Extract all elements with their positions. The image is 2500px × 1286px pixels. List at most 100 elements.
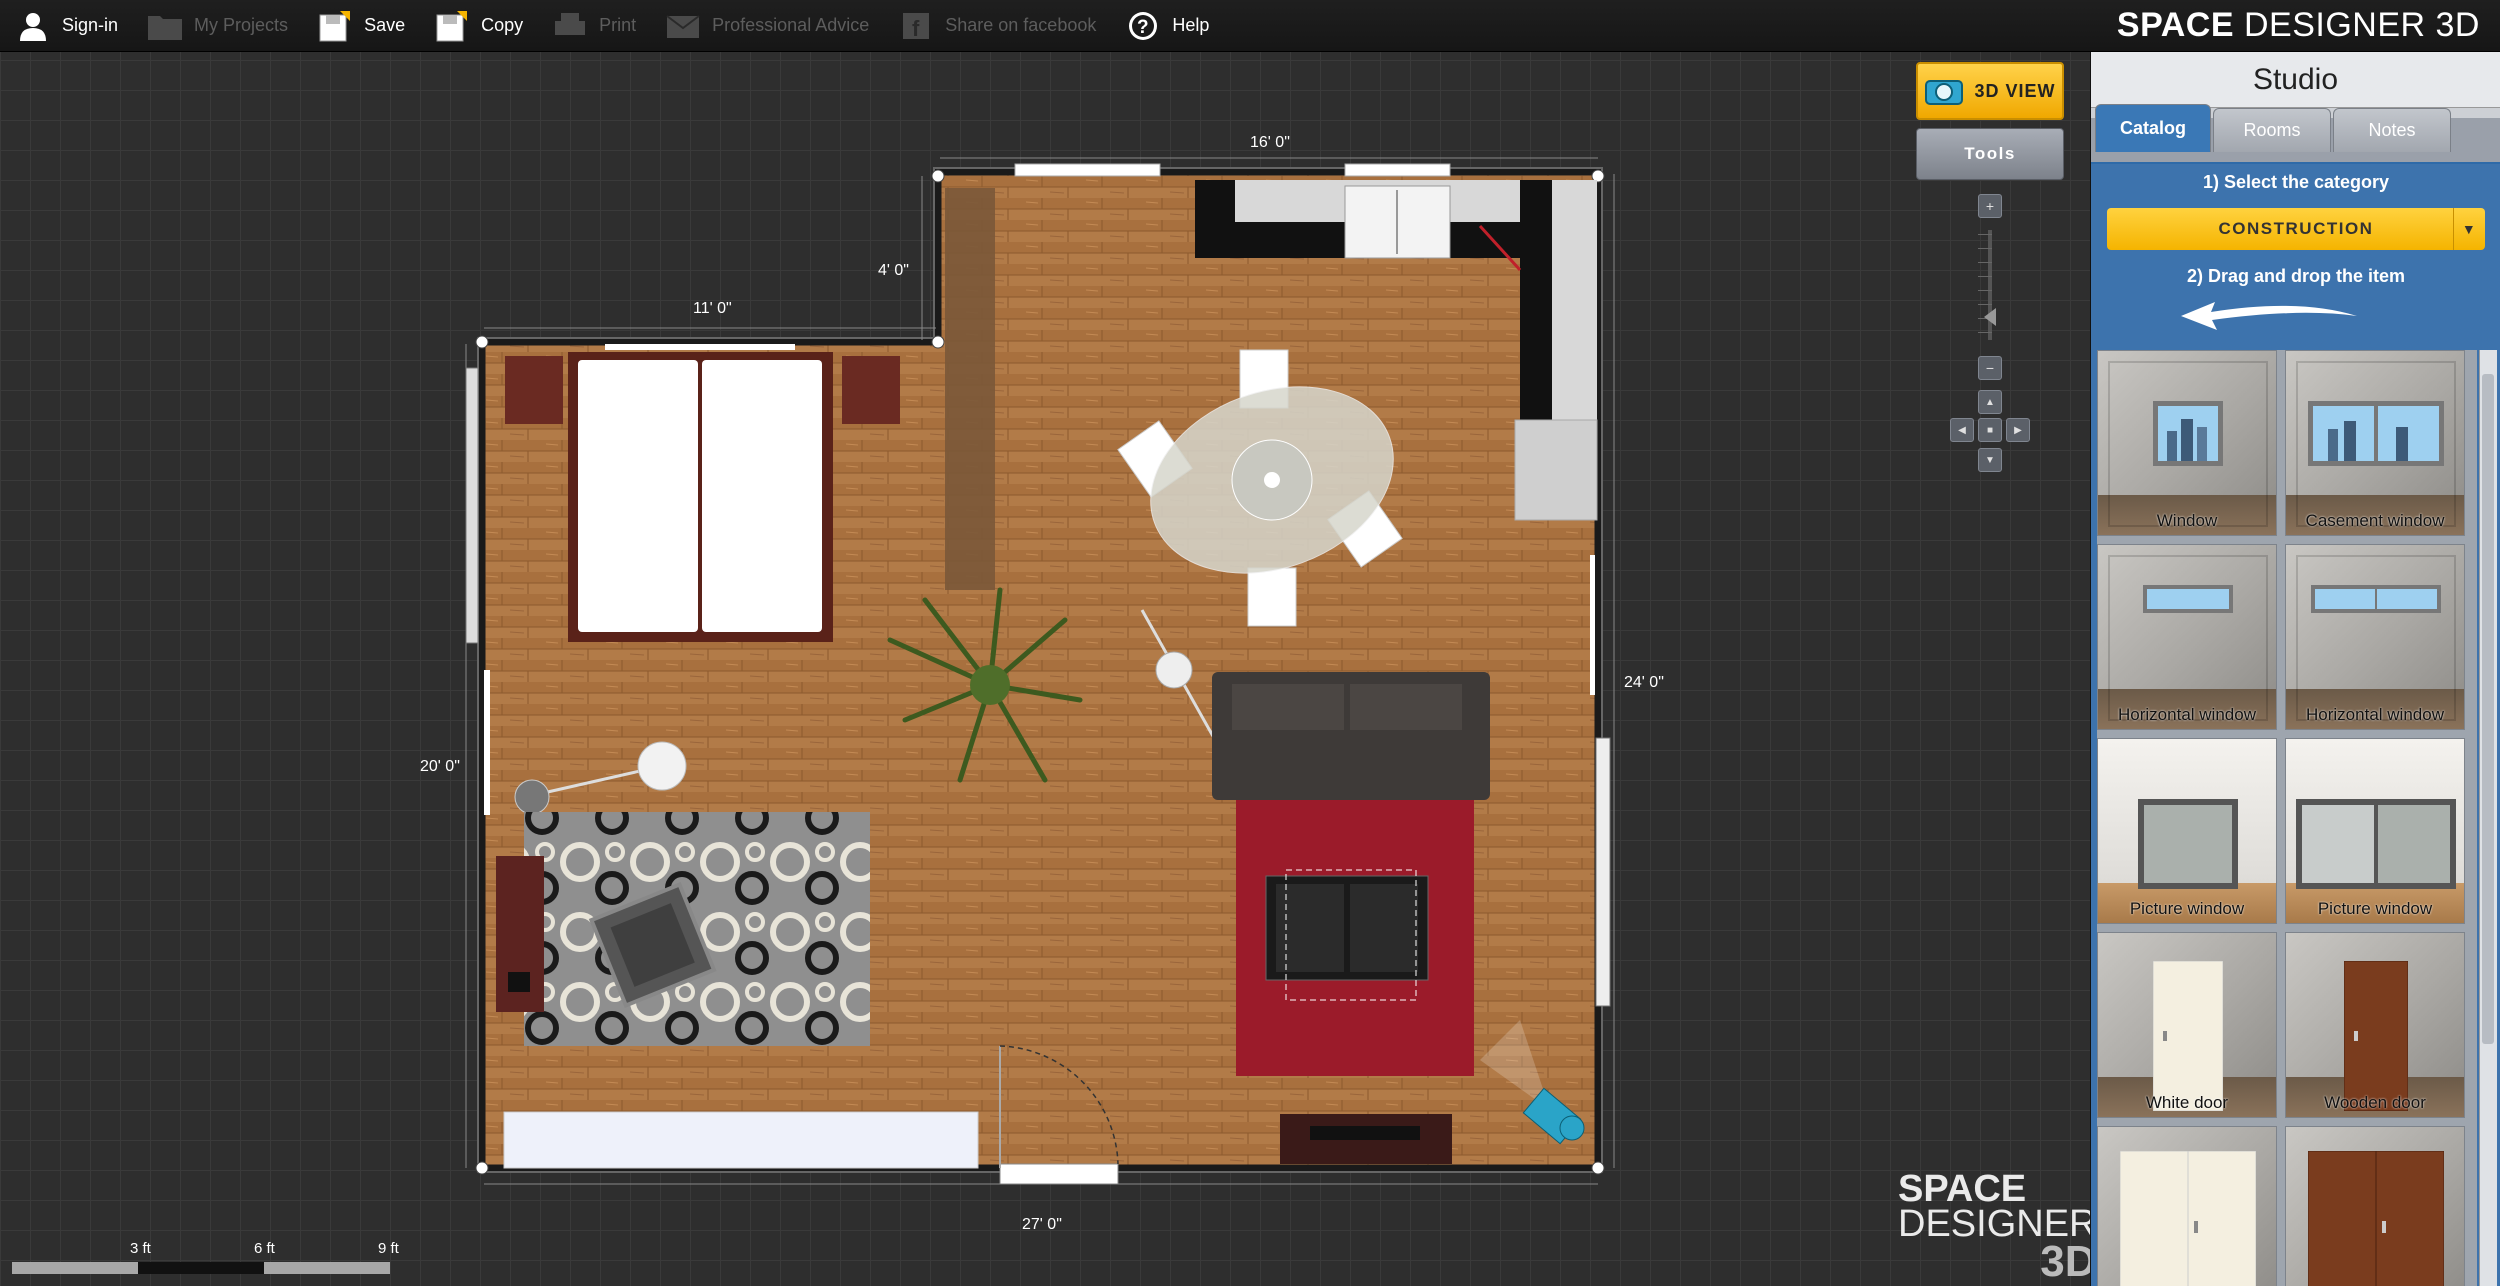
arrow-up-icon: ▲ <box>1985 396 1995 408</box>
print-button[interactable]: Print <box>537 0 650 52</box>
help-button[interactable]: ? Help <box>1110 0 1223 52</box>
white-double-door-thumbnail-icon <box>2120 1151 2256 1286</box>
help-label: Help <box>1172 15 1210 35</box>
dimension-right: 24' 0" <box>1624 674 1664 691</box>
dimension-notch: 4' 0" <box>878 262 909 279</box>
watermark-logo: SPACE DESIGNER 3D <box>1898 1168 2097 1286</box>
brand-logo: SPACE DESIGNER 3D <box>2116 6 2480 44</box>
printer-icon <box>551 7 589 45</box>
catalog-item-wooden-door[interactable]: Wooden door <box>2285 932 2465 1118</box>
dimension-bottom: 27' 0" <box>1022 1216 1062 1233</box>
my-projects-button[interactable]: My Projects <box>132 0 302 52</box>
window-thumbnail-icon <box>2153 401 2223 466</box>
casement-window-thumbnail-icon <box>2308 401 2444 466</box>
save-label: Save <box>364 15 406 35</box>
project-title[interactable]: Studio <box>2091 52 2500 108</box>
catalog-panel: Studio Catalog Rooms Notes 1) Select the… <box>2090 52 2500 1286</box>
help-icon: ? <box>1124 7 1162 45</box>
scale-label-6ft: 6 ft <box>254 1240 275 1257</box>
professional-advice-label: Professional Advice <box>712 15 870 35</box>
sofa[interactable] <box>1212 672 1490 800</box>
left-window[interactable] <box>465 367 479 644</box>
save-button[interactable]: Save <box>302 0 419 52</box>
tab-notes[interactable]: Notes <box>2333 108 2451 152</box>
arrow-left-icon: ◀ <box>1958 424 1966 436</box>
pan-left-button[interactable]: ◀ <box>1950 418 1974 442</box>
floor-plan-canvas[interactable]: 16' 0" 11' 0" 4' 0" 20' 0" 24' 0" 27' 0" <box>0 52 2080 1286</box>
catalog-item-white-double-door[interactable] <box>2097 1126 2277 1286</box>
copy-label: Copy <box>481 15 524 35</box>
catalog-item-horizontal-window-2[interactable]: Horizontal window <box>2285 544 2465 730</box>
picture-window-thumbnail-icon <box>2138 799 2238 889</box>
catalog-scrollbar-thumb[interactable] <box>2482 374 2494 1044</box>
wardrobe[interactable] <box>503 1111 979 1169</box>
catalog-item-wooden-double-door[interactable] <box>2285 1126 2465 1286</box>
catalog-item-label: Horizontal window <box>2306 705 2444 724</box>
dimension-left: 20' 0" <box>420 758 460 775</box>
catalog-item-label: Window <box>2156 511 2218 530</box>
horizontal-window-thumbnail-icon <box>2143 585 2233 613</box>
catalog-item-label: Picture window <box>2129 899 2245 918</box>
catalog-item-picture-window[interactable]: Picture window <box>2097 738 2277 924</box>
pan-down-button[interactable]: ▼ <box>1978 448 2002 472</box>
catalog-item-casement-window[interactable]: Casement window <box>2285 350 2465 536</box>
catalog-item-label: Wooden door <box>2324 1093 2426 1112</box>
floor-plan-drawing[interactable] <box>0 52 2080 1286</box>
horizontal-window-thumbnail-icon <box>2311 585 2441 613</box>
arrow-right-icon: ▶ <box>2014 424 2022 436</box>
print-label: Print <box>599 15 637 35</box>
pan-up-button[interactable]: ▲ <box>1978 390 2002 414</box>
bar-divider[interactable] <box>945 188 995 590</box>
catalog-grid: Window Casement window Horizontal window <box>2097 350 2477 1286</box>
catalog-item-label: Picture window <box>2317 899 2433 918</box>
scale-label-3ft: 3 ft <box>130 1240 151 1257</box>
tools-button[interactable]: Tools <box>1916 128 2064 180</box>
desk-chair[interactable] <box>508 972 530 992</box>
tools-label: Tools <box>1964 144 2016 163</box>
catalog-item-window[interactable]: Window <box>2097 350 2277 536</box>
svg-text:?: ? <box>1137 17 1149 38</box>
my-projects-label: My Projects <box>194 15 289 35</box>
professional-advice-button[interactable]: Professional Advice <box>650 0 883 52</box>
right-window[interactable] <box>1595 737 1611 1007</box>
chevron-down-icon: ▼ <box>2453 208 2485 250</box>
catalog-item-label: Casement window <box>2305 511 2445 530</box>
category-value: CONSTRUCTION <box>2218 219 2374 238</box>
category-dropdown[interactable]: CONSTRUCTION ▼ <box>2107 208 2485 250</box>
top-window-2[interactable] <box>1344 163 1451 177</box>
step2-label: 2) Drag and drop the item <box>2186 266 2406 286</box>
step1-label: 1) Select the category <box>2202 172 2390 192</box>
3d-view-button[interactable]: 3D VIEW <box>1916 62 2064 120</box>
coffee-table[interactable] <box>1265 869 1429 1001</box>
catalog-item-horizontal-window[interactable]: Horizontal window <box>2097 544 2277 730</box>
picture-window-thumbnail-icon <box>2296 799 2456 889</box>
catalog-item-picture-window-2[interactable]: Picture window <box>2285 738 2465 924</box>
zoom-out-button[interactable]: − <box>1978 356 2002 380</box>
svg-text:f: f <box>912 16 920 41</box>
arrow-down-icon: ▼ <box>1985 454 1995 466</box>
center-icon: ■ <box>1986 424 1994 436</box>
save-icon <box>316 7 354 45</box>
camera-icon <box>1925 80 1964 105</box>
dimension-top-left: 11' 0" <box>693 300 732 317</box>
zoom-in-button[interactable]: + <box>1978 194 2002 218</box>
pan-center-button[interactable]: ■ <box>1978 418 2002 442</box>
zoom-slider-thumb[interactable] <box>1984 308 1996 326</box>
share-facebook-button[interactable]: f Share on facebook <box>883 0 1110 52</box>
tab-catalog[interactable]: Catalog <box>2095 104 2211 152</box>
white-door-thumbnail-icon <box>2153 961 2223 1111</box>
top-window-1[interactable] <box>1014 163 1161 177</box>
tab-rooms[interactable]: Rooms <box>2213 108 2331 152</box>
copy-button[interactable]: Copy <box>419 0 537 52</box>
wooden-door-thumbnail-icon <box>2344 961 2408 1111</box>
3d-view-label: 3D VIEW <box>1974 80 2056 101</box>
signin-button[interactable]: Sign-in <box>0 0 132 52</box>
tv[interactable] <box>1310 1126 1420 1140</box>
catalog-pane: 1) Select the category CONSTRUCTION ▼ 2)… <box>2091 164 2500 1286</box>
pan-right-button[interactable]: ▶ <box>2006 418 2030 442</box>
folder-icon <box>146 7 184 45</box>
catalog-item-label: White door <box>2145 1093 2229 1112</box>
signin-label: Sign-in <box>62 15 119 35</box>
catalog-item-white-door[interactable]: White door <box>2097 932 2277 1118</box>
scale-label-9ft: 9 ft <box>378 1240 399 1257</box>
